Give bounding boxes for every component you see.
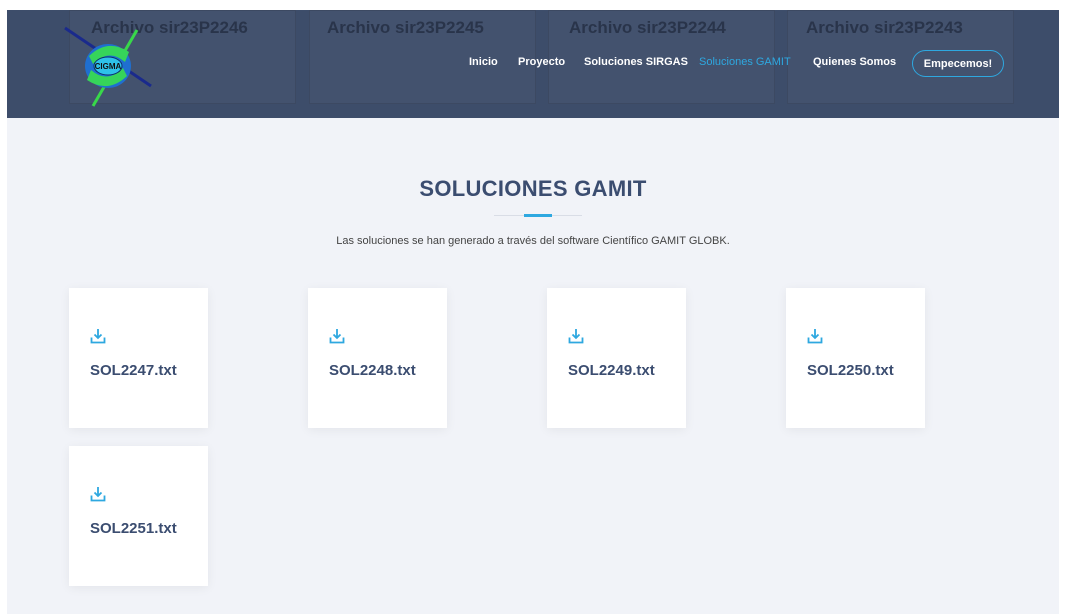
ghost-file-label: Archivo sir23P2245: [327, 18, 484, 37]
file-name[interactable]: SOL2249.txt: [568, 362, 655, 379]
file-card-sol2248[interactable]: SOL2248.txt: [308, 288, 447, 428]
ghost-file-label: Archivo sir23P2244: [569, 18, 726, 37]
nav-item-soluciones-gamit[interactable]: Soluciones GAMIT: [699, 56, 791, 68]
page: Archivo sir23P2246 Archivo sir23P2245 Ar…: [7, 10, 1059, 614]
nav-item-inicio[interactable]: Inicio: [469, 56, 498, 68]
file-card-sol2247[interactable]: SOL2247.txt: [69, 288, 208, 428]
download-icon: [568, 329, 584, 344]
download-icon: [90, 329, 106, 344]
file-card-sol2250[interactable]: SOL2250.txt: [786, 288, 925, 428]
file-card-sol2249[interactable]: SOL2249.txt: [547, 288, 686, 428]
title-divider-accent: [524, 214, 552, 217]
site-header: Archivo sir23P2246 Archivo sir23P2245 Ar…: [7, 10, 1059, 118]
nav-item-quienes-somos[interactable]: Quienes Somos: [813, 56, 896, 68]
main-nav: Inicio Proyecto Soluciones SIRGAS Soluci…: [7, 56, 1059, 76]
file-name[interactable]: SOL2251.txt: [90, 520, 177, 537]
file-card-sol2251[interactable]: SOL2251.txt: [69, 446, 208, 586]
empecemos-button[interactable]: Empecemos!: [912, 50, 1004, 77]
section-title: SOLUCIONES GAMIT: [419, 176, 647, 201]
download-icon: [807, 329, 823, 344]
download-icon: [329, 329, 345, 344]
nav-item-proyecto[interactable]: Proyecto: [518, 56, 565, 68]
section-subtitle: Las soluciones se han generado a través …: [336, 235, 730, 247]
file-name[interactable]: SOL2250.txt: [807, 362, 894, 379]
file-name[interactable]: SOL2248.txt: [329, 362, 416, 379]
ghost-file-label: Archivo sir23P2243: [806, 18, 963, 37]
download-icon: [90, 487, 106, 502]
nav-item-soluciones-sirgas[interactable]: Soluciones SIRGAS: [584, 56, 688, 68]
file-name[interactable]: SOL2247.txt: [90, 362, 177, 379]
